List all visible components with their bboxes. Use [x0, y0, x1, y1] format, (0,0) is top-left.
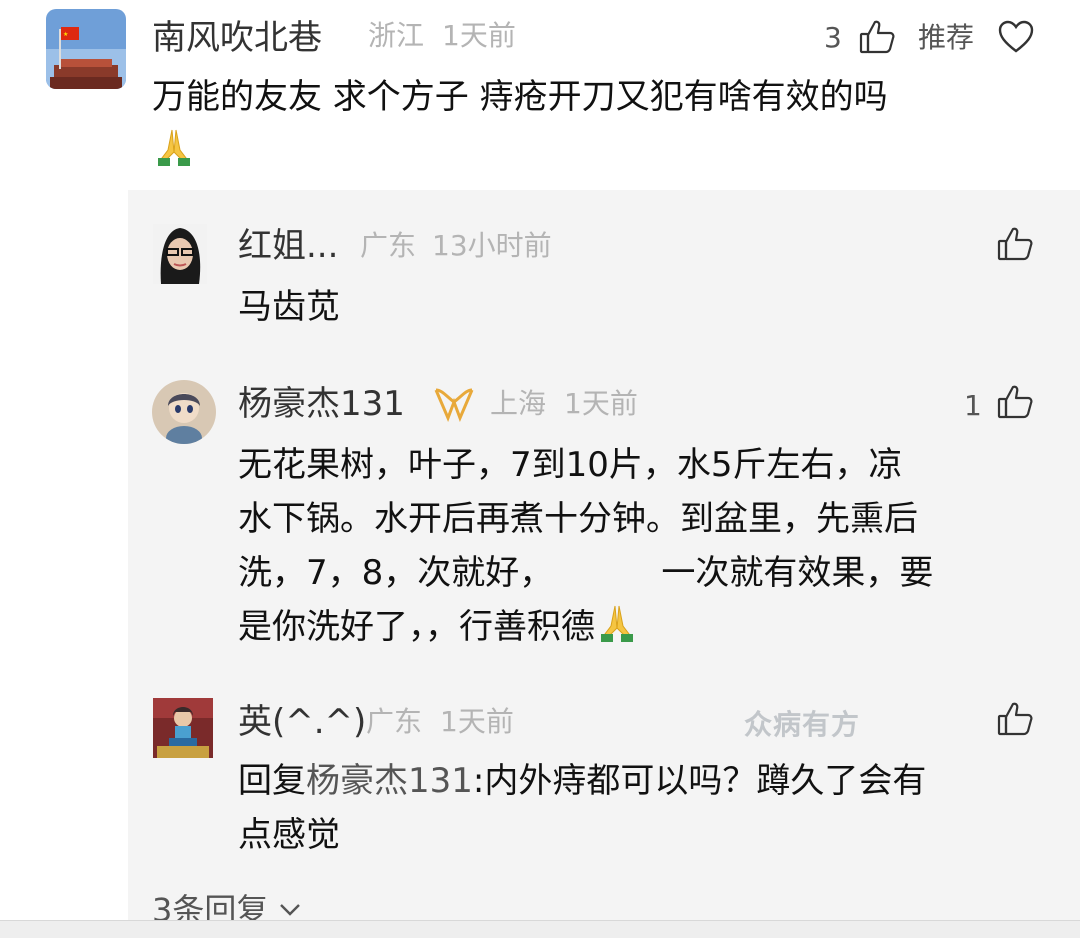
thumbs-up-icon[interactable] — [858, 18, 896, 56]
reply-3-username[interactable]: 英(^.^) — [238, 702, 366, 742]
avatar-main[interactable]: ★ — [46, 9, 126, 89]
watermark: 众病有方 — [744, 708, 861, 741]
reply-to-user-link[interactable]: 杨豪杰131 — [306, 761, 473, 801]
main-time: 1天前 — [442, 19, 516, 52]
thumbs-up-icon[interactable] — [996, 383, 1034, 421]
vip-badge-icon — [432, 386, 476, 422]
thumbs-up-icon[interactable] — [996, 225, 1034, 263]
reply-2-time: 1天前 — [564, 387, 638, 420]
avatar-reply-2[interactable] — [152, 380, 216, 444]
avatar-reply-3[interactable] — [153, 698, 213, 758]
chevron-down-icon — [279, 886, 301, 916]
reply-1-time: 13小时前 — [432, 229, 552, 262]
avatar-reply-1[interactable] — [153, 224, 207, 284]
reply-3-text: 回复杨豪杰131:内外痔都可以吗？蹲久了会有 点感觉 — [238, 761, 927, 855]
main-location: 浙江 — [368, 19, 425, 52]
heart-icon[interactable] — [998, 20, 1034, 54]
reply-1-text: 马齿苋 — [238, 287, 340, 327]
praying-hands-icon — [595, 600, 639, 660]
reply-2-text: 无花果树，叶子，7到10片，水5斤左右，凉 水下锅。水开后再煮十分钟。到盆里，先… — [238, 438, 1058, 660]
main-username[interactable]: 南风吹北巷 — [152, 18, 322, 58]
reply-3-location: 广东 — [366, 705, 423, 738]
thumbs-up-icon[interactable] — [996, 700, 1034, 738]
praying-hands-icon — [152, 124, 196, 184]
reply-2-location: 上海 — [490, 387, 547, 420]
bottom-bar — [0, 920, 1080, 938]
reply-3-time: 1天前 — [440, 705, 514, 738]
reply-2-username[interactable]: 杨豪杰131 — [238, 384, 405, 424]
recommend-label[interactable]: 推荐 — [918, 20, 974, 56]
main-like-count: 3 — [824, 21, 842, 54]
reply-2-like-count: 1 — [964, 389, 982, 422]
main-comment-text: 万能的友友 求个方子 痔疮开刀又犯有啥有效的吗 — [152, 70, 1052, 184]
svg-text:★: ★ — [63, 31, 68, 38]
reply-1-username[interactable]: 红姐... — [238, 226, 338, 266]
reply-1-location: 广东 — [360, 229, 417, 262]
